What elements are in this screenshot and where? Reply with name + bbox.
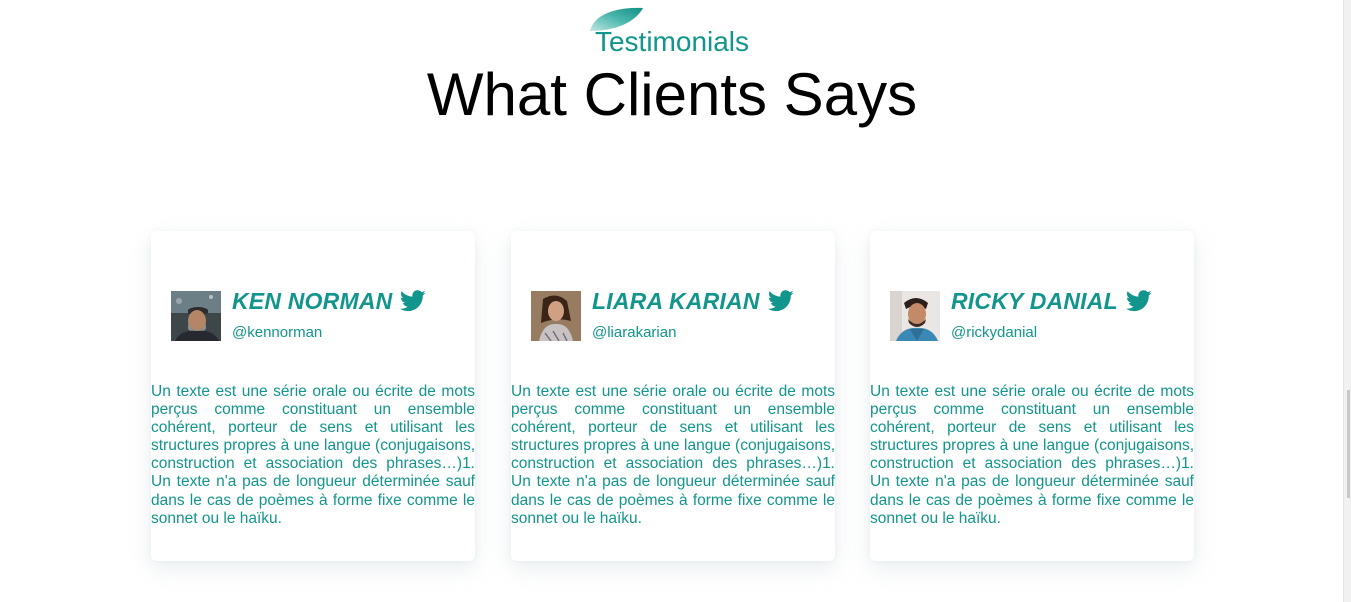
client-handle[interactable]: @rickydanial bbox=[951, 324, 1037, 341]
scrollbar-thumb[interactable] bbox=[1347, 390, 1350, 498]
avatar bbox=[171, 291, 221, 341]
name-row: KEN NORMAN bbox=[232, 286, 427, 316]
client-name: RICKY DANIAL bbox=[951, 287, 1118, 314]
testimonial-card: KEN NORMAN @kennorman Un texte est une s… bbox=[151, 231, 475, 561]
avatar bbox=[890, 291, 940, 341]
avatar bbox=[531, 291, 581, 341]
name-row: LIARA KARIAN bbox=[592, 286, 794, 316]
section-eyebrow: Testimonials bbox=[594, 26, 750, 57]
page-scrollbar[interactable] bbox=[1343, 0, 1351, 602]
testimonials-page: Testimonials What Clients Says KEN NORMA… bbox=[0, 0, 1351, 602]
testimonial-card: RICKY DANIAL @rickydanial Un texte est u… bbox=[870, 231, 1194, 561]
testimonial-card: LIARA KARIAN @liarakarian Un texte est u… bbox=[511, 231, 835, 561]
twitter-icon[interactable] bbox=[1125, 290, 1152, 312]
client-name: KEN NORMAN bbox=[232, 287, 393, 314]
page-title: What Clients Says bbox=[426, 61, 918, 128]
client-handle[interactable]: @kennorman bbox=[232, 324, 322, 341]
testimonial-text: Un texte est une série orale ou écrite d… bbox=[151, 383, 475, 527]
name-row: RICKY DANIAL bbox=[951, 286, 1152, 316]
client-handle[interactable]: @liarakarian bbox=[592, 324, 676, 341]
twitter-icon[interactable] bbox=[400, 290, 427, 312]
twitter-icon[interactable] bbox=[767, 290, 794, 312]
testimonial-text: Un texte est une série orale ou écrite d… bbox=[870, 383, 1194, 527]
client-name: LIARA KARIAN bbox=[592, 287, 760, 314]
testimonial-text: Un texte est une série orale ou écrite d… bbox=[511, 383, 835, 527]
